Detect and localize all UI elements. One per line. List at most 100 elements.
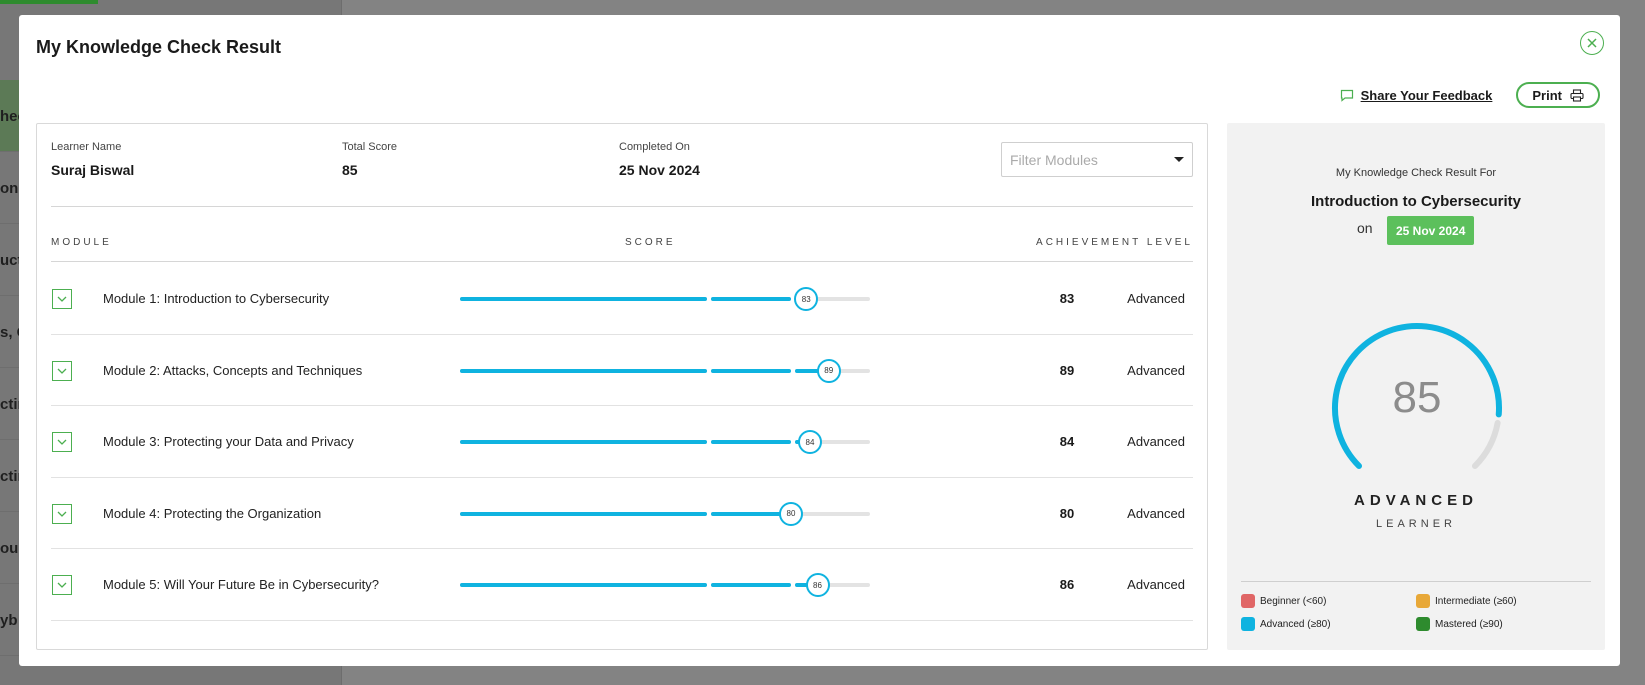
score-thumb: 89 [816, 358, 841, 383]
legend-swatch [1241, 617, 1255, 631]
legend-item: Mastered (≥90) [1416, 617, 1591, 631]
summary-score: 85 [1392, 373, 1442, 422]
table-row: Module 4: Protecting the Organization 80… [51, 478, 1193, 549]
table-row: Module 3: Protecting your Data and Priva… [51, 406, 1193, 478]
gauge-track [1471, 419, 1501, 469]
legend-swatch [1241, 594, 1255, 608]
score-thumb: 80 [779, 501, 803, 526]
results-card: Learner Name Suraj Biswal Total Score 85… [36, 123, 1208, 650]
legend-swatch [1416, 617, 1430, 631]
completed-on-value: 25 Nov 2024 [619, 162, 700, 178]
chevron-down-icon [57, 439, 67, 445]
summary-subtitle: My Knowledge Check Result For [1335, 167, 1497, 179]
module-score: 86 [1059, 577, 1075, 592]
background-sidebar-item-label: yb [0, 612, 18, 629]
learner-name-label: Learner Name [51, 141, 122, 153]
legend-label: Mastered (≥90) [1435, 618, 1503, 630]
legend-swatch [1416, 594, 1430, 608]
score-fill [460, 440, 707, 444]
result-modal: My Knowledge Check Result Share Your Fee… [19, 15, 1620, 666]
total-score-value: 85 [342, 162, 358, 178]
summary-panel: My Knowledge Check Result For Introducti… [1227, 123, 1605, 650]
module-level: Advanced [1127, 362, 1185, 378]
achievement-level-column-header: ACHIEVEMENT LEVEL [1036, 237, 1193, 248]
module-level: Advanced [1127, 291, 1185, 306]
score-fill [460, 368, 707, 373]
print-button[interactable]: Print [1516, 82, 1600, 108]
summary-on-label: on [1357, 220, 1373, 236]
summary-course-title: Introduction to Cybersecurity [1310, 193, 1522, 210]
expand-row-button[interactable] [52, 503, 72, 524]
module-name: Module 1: Introduction to Cybersecurity [103, 291, 330, 306]
score-track-segment [795, 511, 870, 516]
filter-modules-placeholder: Filter Modules [1010, 151, 1098, 168]
module-name: Module 4: Protecting the Organization [103, 505, 322, 521]
table-row: Module 2: Attacks, Concepts and Techniqu… [51, 335, 1193, 406]
printer-icon [1570, 88, 1584, 102]
level-legend: Beginner (<60) Intermediate (≥60) Advanc… [1241, 581, 1591, 631]
close-button[interactable] [1580, 31, 1604, 55]
module-score: 83 [1059, 291, 1075, 306]
score-thumb: 84 [798, 430, 822, 454]
legend-item: Beginner (<60) [1241, 594, 1416, 608]
score-fill [711, 583, 791, 587]
summary-date-badge: 25 Nov 2024 [1387, 216, 1475, 245]
module-score: 80 [1059, 505, 1075, 521]
score-fill [711, 297, 791, 301]
table-row: Module 1: Introduction to Cybersecurity … [51, 263, 1193, 335]
chevron-down-icon [57, 582, 67, 588]
share-feedback-link[interactable]: Share Your Feedback [1340, 87, 1493, 103]
score-slider: 86 [460, 573, 890, 597]
table-row: Module 5: Will Your Future Be in Cyberse… [51, 549, 1193, 621]
module-name: Module 2: Attacks, Concepts and Techniqu… [103, 362, 363, 378]
module-level: Advanced [1127, 434, 1185, 449]
score-thumb: 86 [805, 573, 830, 597]
background-progress-bar [0, 0, 98, 4]
score-thumb: 83 [794, 287, 819, 311]
filter-modules-dropdown[interactable]: Filter Modules [1001, 142, 1193, 177]
comment-icon [1340, 89, 1353, 102]
score-fill [711, 368, 791, 373]
module-level: Advanced [1127, 505, 1185, 521]
modal-actions: Share Your Feedback Print [1340, 82, 1600, 108]
score-fill [711, 440, 791, 444]
score-slider: 83 [460, 287, 890, 311]
module-level: Advanced [1127, 577, 1185, 592]
legend-label: Intermediate (≥60) [1435, 595, 1517, 607]
legend-label: Beginner (<60) [1260, 595, 1327, 607]
share-feedback-label: Share Your Feedback [1360, 87, 1493, 103]
summary-level: ADVANCED [1354, 492, 1478, 509]
modal-title: My Knowledge Check Result [36, 37, 282, 57]
module-name: Module 5: Will Your Future Be in Cyberse… [103, 577, 380, 592]
score-fill [460, 297, 707, 301]
score-slider: 84 [460, 430, 890, 454]
total-score-block: Total Score 85 [342, 141, 397, 178]
expand-row-button[interactable] [52, 360, 72, 381]
score-slider: 80 [460, 501, 890, 526]
summary-level-sub: LEARNER [1376, 518, 1456, 530]
chevron-down-icon [57, 368, 67, 374]
chevron-down-icon [57, 511, 67, 517]
module-column-header: MODULE [51, 237, 112, 248]
module-name: Module 3: Protecting your Data and Priva… [103, 434, 354, 449]
score-slider: 89 [460, 358, 890, 383]
completed-on-block: Completed On 25 Nov 2024 [619, 141, 700, 178]
score-column-header: SCORE [625, 237, 676, 248]
module-rows: Module 1: Introduction to Cybersecurity … [51, 263, 1193, 621]
caret-down-icon [1174, 157, 1184, 162]
expand-row-button[interactable] [52, 432, 72, 452]
legend-item: Advanced (≥80) [1241, 617, 1416, 631]
legend-label: Advanced (≥80) [1260, 618, 1331, 630]
table-header: MODULE SCORE ACHIEVEMENT LEVEL [51, 224, 1193, 262]
print-label: Print [1532, 87, 1562, 103]
module-score: 84 [1059, 434, 1075, 449]
score-fill [460, 583, 707, 587]
legend-item: Intermediate (≥60) [1416, 594, 1591, 608]
close-icon [1587, 38, 1597, 48]
score-fill [460, 511, 707, 516]
expand-row-button[interactable] [52, 289, 72, 309]
expand-row-button[interactable] [52, 575, 72, 595]
learner-name-value: Suraj Biswal [51, 162, 135, 178]
learner-name-block: Learner Name Suraj Biswal [51, 141, 134, 178]
completed-on-label: Completed On [619, 141, 690, 153]
